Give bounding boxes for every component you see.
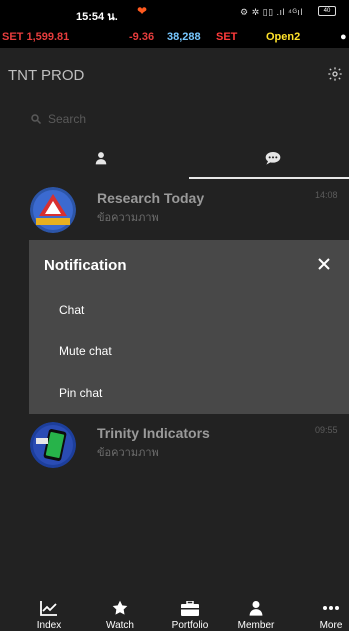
chat-time: 09:55 bbox=[315, 425, 338, 435]
page-title: TNT PROD bbox=[8, 67, 85, 84]
chat-bubble-icon bbox=[265, 151, 281, 170]
search-icon bbox=[30, 112, 42, 125]
app-header: TNT PROD bbox=[0, 48, 349, 104]
active-tab-indicator bbox=[189, 177, 349, 179]
chat-tabs bbox=[0, 141, 349, 179]
avatar bbox=[30, 187, 76, 233]
nav-portfolio[interactable]: Portfolio bbox=[160, 596, 220, 631]
person-icon bbox=[94, 151, 108, 170]
tab-chats[interactable] bbox=[189, 141, 349, 179]
chart-icon bbox=[19, 600, 79, 616]
nav-member[interactable]: Member bbox=[226, 596, 286, 631]
nav-watch[interactable]: Watch bbox=[90, 596, 150, 631]
chat-preview: ข้อความภาพ bbox=[97, 447, 159, 459]
nav-index[interactable]: Index bbox=[19, 596, 79, 631]
ticker-market: SET bbox=[216, 31, 238, 43]
nav-label: Member bbox=[237, 620, 275, 631]
chat-preview: ข้อความภาพ bbox=[97, 212, 159, 224]
chat-name: Research Today bbox=[97, 190, 205, 206]
star-icon bbox=[90, 600, 150, 616]
gear-icon[interactable] bbox=[327, 66, 345, 84]
bottom-navigation: Index Watch Portfolio Member More bbox=[0, 596, 349, 631]
status-time: 15:54 น. bbox=[76, 11, 118, 23]
chat-time: 14:08 bbox=[315, 190, 338, 200]
battery-icon: 40 bbox=[318, 6, 336, 16]
nav-label: Portfolio bbox=[171, 620, 209, 631]
option-mute-chat[interactable]: Mute chat bbox=[59, 344, 112, 358]
ticker-index: SET 1,599.81 bbox=[2, 31, 70, 43]
nav-label: Watch bbox=[106, 620, 134, 631]
nav-label: More bbox=[319, 620, 343, 631]
ticker-change: -9.36 bbox=[129, 31, 155, 43]
more-icon bbox=[301, 600, 349, 616]
notification-dialog: Notification Chat Mute chat Pin chat bbox=[29, 240, 349, 414]
system-status-bar: 15:54 น. ❤ ⚙ ✲ ▯▯ .ıl ⁴ᴳıl 40 bbox=[0, 0, 349, 26]
nav-label: Index bbox=[36, 620, 62, 631]
search-input[interactable] bbox=[48, 110, 308, 128]
briefcase-icon bbox=[160, 600, 220, 616]
signal-icons: ⚙ ✲ ▯▯ .ıl ⁴ᴳıl bbox=[240, 7, 303, 17]
avatar bbox=[30, 422, 76, 468]
chat-name: Trinity Indicators bbox=[97, 425, 210, 441]
heart-icon: ❤ bbox=[137, 4, 148, 18]
option-chat[interactable]: Chat bbox=[59, 303, 84, 317]
nav-more[interactable]: More bbox=[301, 596, 349, 631]
tab-contacts[interactable] bbox=[18, 141, 192, 179]
close-icon[interactable] bbox=[317, 257, 331, 271]
search-bar[interactable] bbox=[30, 110, 330, 128]
ticker-market-status: Open2 bbox=[266, 31, 301, 43]
person-icon bbox=[226, 600, 286, 616]
option-pin-chat[interactable]: Pin chat bbox=[59, 386, 102, 400]
ticker-more-indicator: ● bbox=[340, 31, 347, 43]
chat-list-item[interactable]: Research Today ข้อความภาพ 14:08 bbox=[0, 182, 349, 236]
ticker-volume: 38,288 bbox=[167, 31, 201, 43]
chat-list-item[interactable]: Trinity Indicators ข้อความภาพ 09:55 bbox=[0, 417, 349, 471]
market-ticker[interactable]: SET 1,599.81 -9.36 38,288 SET Open2 ● bbox=[0, 30, 349, 46]
dialog-title: Notification bbox=[44, 257, 127, 274]
